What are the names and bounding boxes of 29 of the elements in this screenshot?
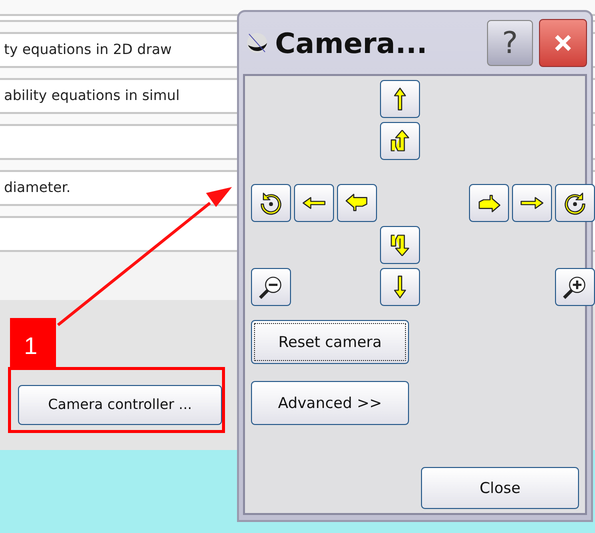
camera-icon (245, 31, 269, 55)
rotate-right-icon (562, 190, 588, 216)
list-row-text: ty equations in 2D draw (3, 42, 172, 58)
tilt-right-button[interactable] (469, 184, 509, 222)
list-row-text: ability equations in simul (3, 88, 180, 104)
list-row-text: diameter. (3, 180, 71, 196)
advanced-button[interactable]: Advanced >> (251, 381, 409, 425)
callout-number: 1 (10, 318, 56, 367)
move-up-button[interactable] (380, 80, 420, 118)
move-down-button[interactable] (380, 268, 420, 306)
zoom-out-icon (258, 274, 284, 300)
zoom-in-button[interactable] (555, 268, 595, 306)
rotate-left-button[interactable] (251, 184, 291, 222)
close-button[interactable] (539, 19, 587, 67)
dialog-title: Camera... (275, 26, 428, 60)
move-left-button[interactable] (294, 184, 334, 222)
tilt-up-button[interactable] (380, 122, 420, 160)
reset-camera-button[interactable]: Reset camera (251, 320, 409, 364)
help-button[interactable]: ? (487, 20, 533, 66)
rotate-right-button[interactable] (555, 184, 595, 222)
close-icon (552, 32, 574, 54)
zoom-out-button[interactable] (251, 268, 291, 306)
camera-controller-button[interactable]: Camera controller ... (18, 385, 222, 425)
zoom-in-icon (562, 274, 588, 300)
tilt-down-button[interactable] (380, 226, 420, 264)
close-dialog-button[interactable]: Close (421, 467, 579, 509)
move-right-button[interactable] (512, 184, 552, 222)
tilt-left-button[interactable] (337, 184, 377, 222)
rotate-left-icon (258, 190, 284, 216)
